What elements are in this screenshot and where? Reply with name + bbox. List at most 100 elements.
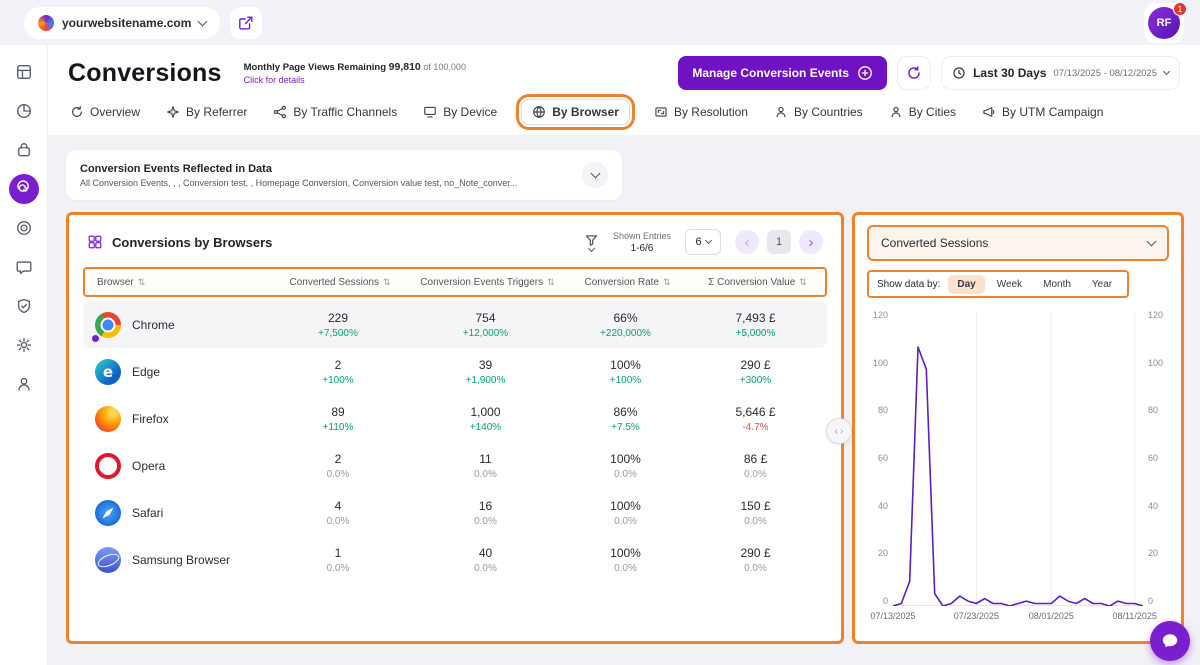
column-header[interactable]: Conversion Events Triggers⇅ (410, 277, 565, 288)
page-title: Conversions (68, 59, 222, 88)
tab-by-device[interactable]: By Device (421, 99, 499, 125)
tab-label: By Cities (909, 105, 956, 119)
quota-details-link[interactable]: Click for details (244, 75, 466, 85)
column-header[interactable]: Σ Conversion Value⇅ (690, 277, 825, 288)
sidebar-item-pie-chart[interactable] (9, 96, 39, 126)
chat-fab-button[interactable] (1150, 621, 1190, 661)
refresh-icon (906, 65, 922, 81)
table-row[interactable]: Chrome229+7,500%754+12,000%66%+220,000%7… (83, 301, 827, 348)
cell-value: 16 (479, 499, 492, 513)
table-row[interactable]: Edge2+100%39+1,900%100%+100%290 £+300% (83, 348, 827, 395)
cell-change: +1,900% (466, 375, 506, 386)
x-tick-label: 08/11/2025 (1112, 611, 1156, 621)
sidebar-item-bag[interactable] (9, 135, 39, 165)
shield-check-icon (15, 297, 33, 315)
y-tick-label: 40 (878, 501, 888, 511)
table-row[interactable]: Opera20.0%110.0%100%0.0%86 £0.0% (83, 442, 827, 489)
open-site-button[interactable] (230, 7, 262, 39)
cell-value: 100% (610, 358, 641, 372)
tab-by-referrer[interactable]: By Referrer (164, 99, 249, 125)
tab-by-resolution[interactable]: By Resolution (652, 99, 750, 125)
refresh-button[interactable] (897, 56, 931, 90)
chevron-down-icon (705, 237, 712, 244)
sidebar-item-feedback[interactable] (9, 252, 39, 282)
shown-entries-value: 1-6/6 (613, 243, 671, 254)
quota-total: of 100,000 (423, 62, 466, 72)
cell-change: +140% (470, 422, 501, 433)
user-menu[interactable]: RF 1 (1144, 3, 1184, 43)
cell-value: 754 (475, 311, 495, 325)
cell-value: 290 £ (740, 358, 770, 372)
y-tick-label: 20 (878, 548, 888, 558)
show-data-by-label: Show data by: (877, 279, 940, 290)
site-selector[interactable]: yourwebsitename.com (24, 7, 220, 39)
column-header[interactable]: Converted Sessions⇅ (270, 277, 410, 288)
tab-by-utm-campaign[interactable]: By UTM Campaign (980, 99, 1105, 125)
cell-value: 89 (331, 405, 344, 419)
chart-plot[interactable] (893, 310, 1143, 606)
tab-by-cities[interactable]: By Cities (887, 99, 958, 125)
prev-page-button[interactable]: ‹ (735, 230, 759, 254)
cell-value: 11 (479, 452, 491, 466)
conversions-spiral-icon (15, 180, 33, 198)
cell-change: 0.0% (327, 469, 350, 480)
edge-icon (95, 359, 121, 385)
next-page-button[interactable]: › (799, 230, 823, 254)
metric-select[interactable]: Converted Sessions (867, 225, 1169, 261)
resolution-icon (654, 105, 668, 119)
tab-overview[interactable]: Overview (68, 99, 142, 125)
filter-button[interactable] (584, 233, 599, 251)
utm-campaign-icon (982, 105, 996, 119)
table-title: Conversions by Browsers (112, 235, 272, 250)
manage-conversion-events-button[interactable]: Manage Conversion Events (678, 56, 887, 90)
y-tick-label: 0 (883, 596, 888, 606)
column-header[interactable]: Conversion Rate⇅ (565, 277, 690, 288)
tab-label: By Referrer (186, 105, 247, 119)
quota-label: Monthly Page Views Remaining (244, 62, 386, 73)
sidebar-item-conversions-spiral[interactable] (9, 174, 39, 204)
table-row[interactable]: Samsung Browser10.0%400.0%100%0.0%290 £0… (83, 536, 827, 583)
table-row[interactable]: Firefox89+110%1,000+140%86%+7.5%5,646 £-… (83, 395, 827, 442)
page-size-select[interactable]: 6 (685, 229, 721, 255)
shown-entries-label: Shown Entries (613, 231, 671, 241)
panel-resize-handle[interactable]: ‹› (826, 418, 852, 444)
cities-icon (889, 105, 903, 119)
tab-by-browser[interactable]: By Browser (521, 99, 630, 125)
y-tick-label: 20 (1148, 548, 1158, 558)
chart-area: 120100806040200 120100806040200 (867, 310, 1169, 606)
period-year[interactable]: Year (1083, 275, 1121, 294)
topbar: yourwebsitename.com RF 1 (0, 0, 1200, 45)
tab-by-countries[interactable]: By Countries (772, 99, 865, 125)
cell-value: 86% (613, 405, 637, 419)
events-bar-title: Conversion Events Reflected in Data (80, 163, 517, 175)
tab-label: Overview (90, 105, 140, 119)
opera-icon (95, 453, 121, 479)
quota-value: 99,810 (389, 61, 421, 73)
sidebar-item-gear[interactable] (9, 330, 39, 360)
tab-by-traffic-channels[interactable]: By Traffic Channels (271, 99, 399, 125)
conversions-table-card: Conversions by Browsers Shown Entries 1-… (66, 212, 844, 644)
cell-change: 0.0% (744, 563, 767, 574)
sidebar-item-dashboard[interactable] (9, 57, 39, 87)
notification-badge: 1 (1173, 2, 1187, 16)
y-tick-label: 0 (1148, 596, 1153, 606)
sidebar-item-target[interactable] (9, 213, 39, 243)
cell-value: 1,000 (470, 405, 500, 419)
column-header[interactable]: Browser⇅ (85, 277, 270, 288)
period-month[interactable]: Month (1034, 275, 1080, 294)
browser-name: Firefox (132, 412, 169, 426)
sidebar-item-users[interactable] (9, 369, 39, 399)
cell-value: 100% (610, 546, 641, 560)
browser-name: Samsung Browser (132, 553, 230, 567)
chrome-icon (95, 312, 121, 338)
date-range-picker[interactable]: Last 30 Days 07/13/2025 - 08/12/2025 (941, 56, 1180, 90)
cell-change: +100% (610, 375, 641, 386)
events-expand-button[interactable] (582, 162, 608, 188)
sidebar-item-shield-check[interactable] (9, 291, 39, 321)
period-day[interactable]: Day (948, 275, 984, 294)
table-row[interactable]: Safari40.0%160.0%100%0.0%150 £0.0% (83, 489, 827, 536)
grid-icon (87, 234, 103, 250)
period-week[interactable]: Week (988, 275, 1031, 294)
show-data-by: Show data by: DayWeekMonthYear (867, 270, 1129, 298)
sort-icon: ⇅ (383, 277, 391, 288)
